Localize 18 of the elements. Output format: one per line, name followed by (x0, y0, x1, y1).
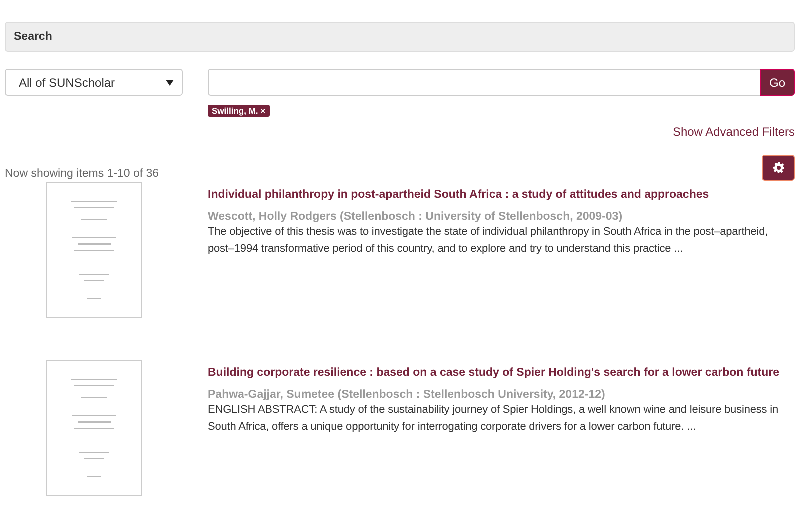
result-title-link[interactable]: Individual philanthropy in post-apartheid South Africa : a study of attitudes and approaches (208, 189, 795, 201)
results-summary: Now showing items 1-10 of 36 (5, 168, 160, 180)
caret-icon (166, 80, 174, 86)
result-abstract: ENGLISH ABSTRACT: A study of the sustainability journey of Spier Holdings, a well known wine and leisure business in South Africa, offers a unique opportunity for interrogating corporate drivers for a lower carbon future. ... (208, 403, 780, 435)
advanced-filters-link[interactable]: Show Advanced Filters (672, 125, 795, 139)
settings-icon (772, 162, 784, 174)
result-author-meta: Wescott, Holly Rodgers (Stellenbosch : University of Stellenbosch, 2009-03) (208, 211, 624, 223)
search-panel-title: Search (5, 22, 795, 52)
go-button[interactable]: Go (760, 69, 795, 96)
document-thumbnail[interactable] (46, 182, 142, 318)
filter-tag[interactable]: Swilling, M. × (208, 105, 270, 117)
search-field[interactable] (208, 69, 760, 96)
result-abstract: The objective of this thesis was to investigate the state of individual philanthropy in South Africa in the post–apartheid, post–1994 transformative period of this country, and to explore and try to understand this practice ... (208, 225, 770, 257)
scope-dropdown[interactable]: All of SUNScholar (5, 69, 183, 96)
result-author-meta: Pahwa-Gajjar, Sumetee (Stellenbosch : Stellenbosch University, 2012-12) (208, 389, 606, 401)
document-thumbnail[interactable] (46, 360, 142, 496)
result-title-link[interactable]: Building corporate resilience : based on a case study of Spier Holding's search for a lower carbon future (208, 367, 795, 379)
settings-button[interactable] (762, 155, 795, 181)
